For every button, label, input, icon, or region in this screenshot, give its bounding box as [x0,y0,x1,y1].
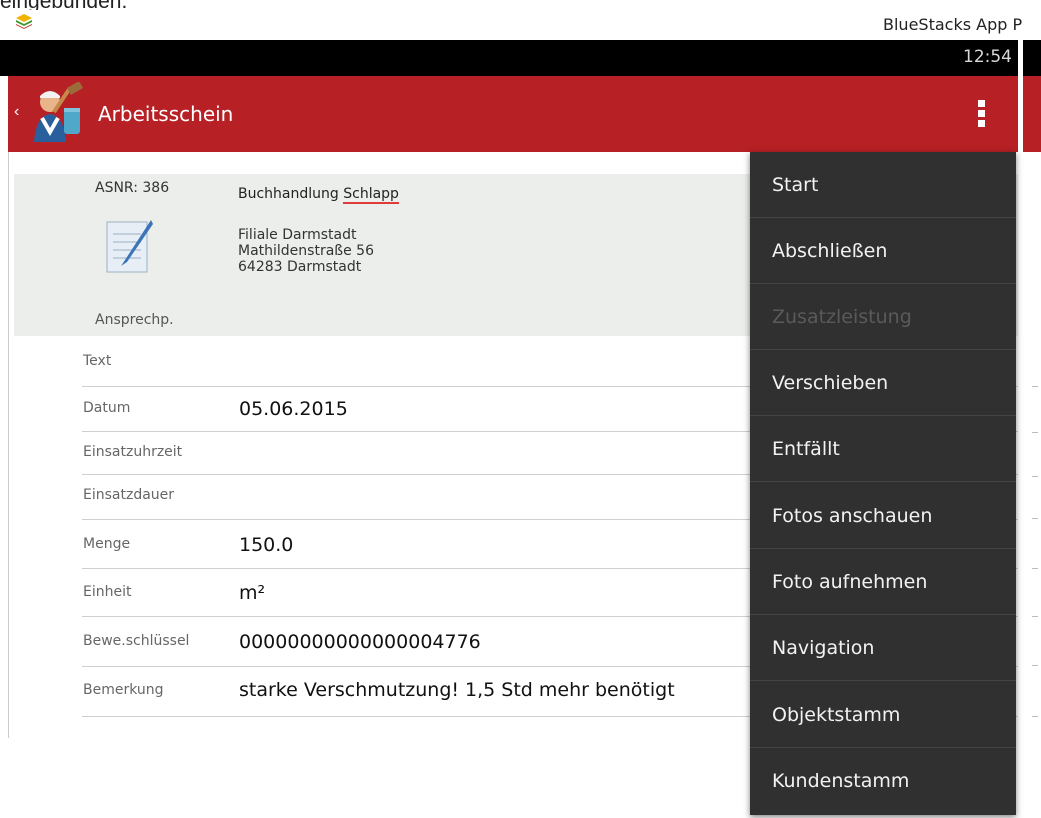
field-label: Einsatzdauer [83,487,175,503]
customer-name-underlined: Schlapp [343,186,399,204]
field-value: starke Verschmutzung! 1,5 Std mehr benöt… [239,679,675,701]
customer-address: Filiale Darmstadt Mathildenstraße 56 642… [238,227,374,275]
field-label: Menge [83,536,131,552]
menu-item-fotos-anschauen[interactable]: Fotos anschauen [750,483,1016,549]
android-status-bar: 12:54 [0,40,1018,76]
field-value: m² [239,582,266,604]
notepad-icon[interactable] [103,216,157,281]
field-value: 05.06.2015 [239,398,348,420]
action-bar: ‹ Arbeitsschein [8,76,1018,152]
contact-label: Ansprechp. [95,312,174,328]
menu-item-abschliessen[interactable]: Abschließen [750,218,1016,284]
host-window-titlebar: BlueStacks App P [0,10,1041,40]
menu-item-foto-aufnehmen[interactable]: Foto aufnehmen [750,549,1016,615]
field-label: Einsatzuhrzeit [83,444,183,460]
chevron-left-icon[interactable]: ‹ [14,103,19,121]
menu-item-kundenstamm[interactable]: Kundenstamm [750,748,1016,814]
order-number: ASNR: 386 [95,180,170,196]
menu-item-verschieben[interactable]: Verschieben [750,350,1016,416]
menu-item-start[interactable]: Start [750,152,1016,218]
field-value: 150.0 [239,534,294,556]
field-label: Text [83,353,112,369]
adjacent-window-edge [1018,40,1041,818]
field-label: Einheit [83,584,132,600]
menu-item-zusatzleistung: Zusatzleistung [750,284,1016,350]
status-clock: 12:54 [963,47,1012,67]
painter-app-icon[interactable] [24,81,90,146]
field-label: Datum [83,400,131,416]
overflow-menu-icon[interactable] [978,100,986,128]
field-label: Bemerkung [83,682,164,698]
menu-item-entfaellt[interactable]: Entfällt [750,416,1016,482]
overflow-menu: Start Abschließen Zusatzleistung Verschi… [750,152,1016,815]
menu-item-objektstamm[interactable]: Objektstamm [750,682,1016,748]
bluestacks-logo-icon [14,12,34,35]
customer-name: Buchhandlung Schlapp [238,186,399,204]
divider [8,152,9,738]
host-window-title: BlueStacks App P [883,15,1023,34]
menu-item-navigation[interactable]: Navigation [750,615,1016,681]
page-title: Arbeitsschein [98,102,234,126]
field-value: 00000000000000004776 [239,631,481,653]
field-label: Bewe.schlüssel [83,633,190,649]
